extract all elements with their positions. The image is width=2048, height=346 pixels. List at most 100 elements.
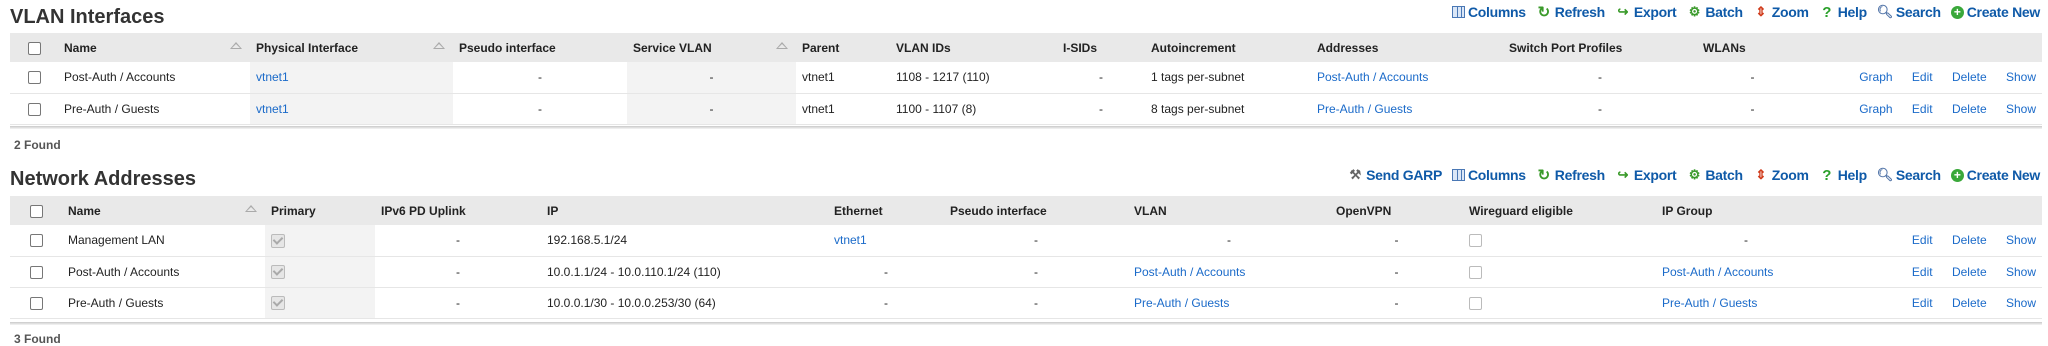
graph-link[interactable]: Graph — [1859, 102, 1892, 116]
cell-vlan-ids: 1108 - 1217 (110) — [896, 70, 990, 85]
row-select-cell — [10, 287, 62, 318]
help-button[interactable]: ? Help — [1819, 166, 1867, 184]
cell-pseudo: - — [1034, 295, 1038, 310]
edit-link[interactable]: Edit — [1912, 296, 1933, 310]
cell-service-vlan: - — [627, 93, 796, 124]
row-checkbox[interactable] — [29, 265, 43, 279]
col-service-vlan[interactable]: Service VLAN — [627, 33, 796, 62]
create-new-icon: + — [1950, 5, 1964, 19]
show-link[interactable]: Show — [2006, 70, 2036, 84]
col-name[interactable]: Name — [58, 33, 250, 62]
row-checkbox[interactable] — [29, 234, 43, 248]
edit-link[interactable]: Edit — [1912, 265, 1933, 279]
col-openvpn[interactable]: OpenVPN — [1330, 196, 1463, 225]
vlan-link[interactable]: Pre-Auth / Guests — [1134, 296, 1229, 310]
col-physical-interface[interactable]: Physical Interface — [250, 33, 453, 62]
delete-link[interactable]: Delete — [1952, 102, 1987, 116]
vlan-link[interactable]: Post-Auth / Accounts — [1134, 265, 1245, 279]
ethernet-link[interactable]: vtnet1 — [834, 233, 867, 247]
show-link[interactable]: Show — [2006, 233, 2036, 247]
ip-group-link[interactable]: Pre-Auth / Guests — [1662, 296, 1757, 310]
zoom-button[interactable]: ⇕ Zoom — [1753, 4, 1809, 20]
delete-link[interactable]: Delete — [1952, 233, 1987, 247]
delete-link[interactable]: Delete — [1952, 265, 1987, 279]
create-new-button[interactable]: + Create New — [1950, 4, 2040, 20]
row-checkbox[interactable] — [27, 71, 41, 85]
row-actions: Edit Delete Show — [1836, 256, 2042, 287]
addresses-link[interactable]: Pre-Auth / Guests — [1317, 102, 1412, 116]
col-ethernet[interactable]: Ethernet — [828, 196, 944, 225]
export-button[interactable]: ↪ Export — [1615, 4, 1677, 20]
sort-icon — [245, 205, 257, 212]
show-link[interactable]: Show — [2006, 102, 2036, 116]
cell-parent: vtnet1 — [802, 101, 835, 116]
select-all-checkbox[interactable] — [29, 204, 43, 218]
cell-physical: vtnet1 — [250, 93, 453, 124]
search-button[interactable]: 🔍︎ Search — [1877, 4, 1941, 20]
delete-link[interactable]: Delete — [1952, 70, 1987, 84]
wireguard-checkbox — [1469, 296, 1482, 310]
graph-link[interactable]: Graph — [1859, 70, 1892, 84]
col-wireguard-eligible[interactable]: Wireguard eligible — [1463, 196, 1656, 225]
row-select-cell — [10, 256, 62, 287]
wireguard-checkbox — [1469, 265, 1482, 279]
col-autoincrement[interactable]: Autoincrement — [1145, 33, 1311, 62]
select-all-checkbox[interactable] — [27, 41, 41, 55]
row-select-cell — [10, 62, 58, 93]
col-ip[interactable]: IP — [541, 196, 828, 225]
col-vlan-ids[interactable]: VLAN IDs — [890, 33, 1057, 62]
cell-ethernet: - — [884, 264, 888, 279]
refresh-button[interactable]: ↻ Refresh — [1536, 167, 1605, 184]
search-button[interactable]: 🔍︎ Search — [1877, 167, 1941, 183]
send-garp-button[interactable]: ⚒ Send GARP — [1347, 167, 1442, 183]
col-pseudo-interface[interactable]: Pseudo interface — [453, 33, 627, 62]
col-isids[interactable]: I-SIDs — [1057, 33, 1145, 62]
export-icon: ↪ — [1617, 167, 1629, 182]
cell-wireguard — [1463, 287, 1656, 318]
col-parent[interactable]: Parent — [796, 33, 890, 62]
col-ip-group[interactable]: IP Group — [1656, 196, 1836, 225]
row-select-cell — [10, 93, 58, 124]
cell-wireguard — [1463, 225, 1656, 256]
show-link[interactable]: Show — [2006, 265, 2036, 279]
row-checkbox[interactable] — [29, 296, 43, 310]
export-button[interactable]: ↪ Export — [1615, 167, 1677, 183]
refresh-icon: ↻ — [1537, 4, 1551, 21]
help-button[interactable]: ? Help — [1819, 4, 1867, 21]
delete-link[interactable]: Delete — [1952, 296, 1987, 310]
edit-link[interactable]: Edit — [1912, 233, 1933, 247]
physical-interface-link[interactable]: vtnet1 — [256, 70, 289, 84]
cell-isids: - — [1099, 101, 1103, 116]
cell-openvpn: - — [1394, 233, 1399, 248]
show-link[interactable]: Show — [2006, 296, 2036, 310]
edit-link[interactable]: Edit — [1912, 70, 1933, 84]
cell-pseudo: - — [538, 101, 542, 116]
ip-group-link[interactable]: Post-Auth / Accounts — [1662, 265, 1773, 279]
columns-button[interactable]: Columns — [1452, 4, 1526, 20]
batch-button[interactable]: ⚙ Batch — [1686, 4, 1743, 20]
col-primary[interactable]: Primary — [265, 196, 375, 225]
help-icon: ? — [1822, 166, 1832, 184]
cell-ip: 10.0.0.1/30 - 10.0.0.253/30 (64) — [547, 295, 716, 310]
cell-ip-group: Post-Auth / Accounts — [1656, 256, 1836, 287]
col-pseudo-interface[interactable]: Pseudo interface — [944, 196, 1128, 225]
col-name[interactable]: Name — [62, 196, 265, 225]
table-header-row: Name Physical Interface Pseudo interface… — [10, 33, 2042, 62]
batch-button[interactable]: ⚙ Batch — [1686, 167, 1743, 183]
refresh-button[interactable]: ↻ Refresh — [1536, 4, 1605, 21]
create-new-button[interactable]: + Create New — [1950, 167, 2040, 183]
sort-icon — [230, 42, 242, 49]
col-wlans[interactable]: WLANs — [1697, 33, 1808, 62]
export-icon: ↪ — [1617, 4, 1629, 19]
edit-link[interactable]: Edit — [1912, 102, 1933, 116]
addresses-link[interactable]: Post-Auth / Accounts — [1317, 70, 1428, 84]
table-row: Post-Auth / Accounts vtnet1 - - vtnet1 1… — [10, 62, 2042, 93]
columns-button[interactable]: Columns — [1452, 167, 1526, 183]
zoom-button[interactable]: ⇕ Zoom — [1753, 167, 1809, 183]
col-switch-port-profiles[interactable]: Switch Port Profiles — [1503, 33, 1697, 62]
row-checkbox[interactable] — [27, 102, 41, 116]
col-ipv6-pd-uplink[interactable]: IPv6 PD Uplink — [375, 196, 541, 225]
physical-interface-link[interactable]: vtnet1 — [256, 102, 289, 116]
col-vlan[interactable]: VLAN — [1128, 196, 1330, 225]
col-addresses[interactable]: Addresses — [1311, 33, 1503, 62]
